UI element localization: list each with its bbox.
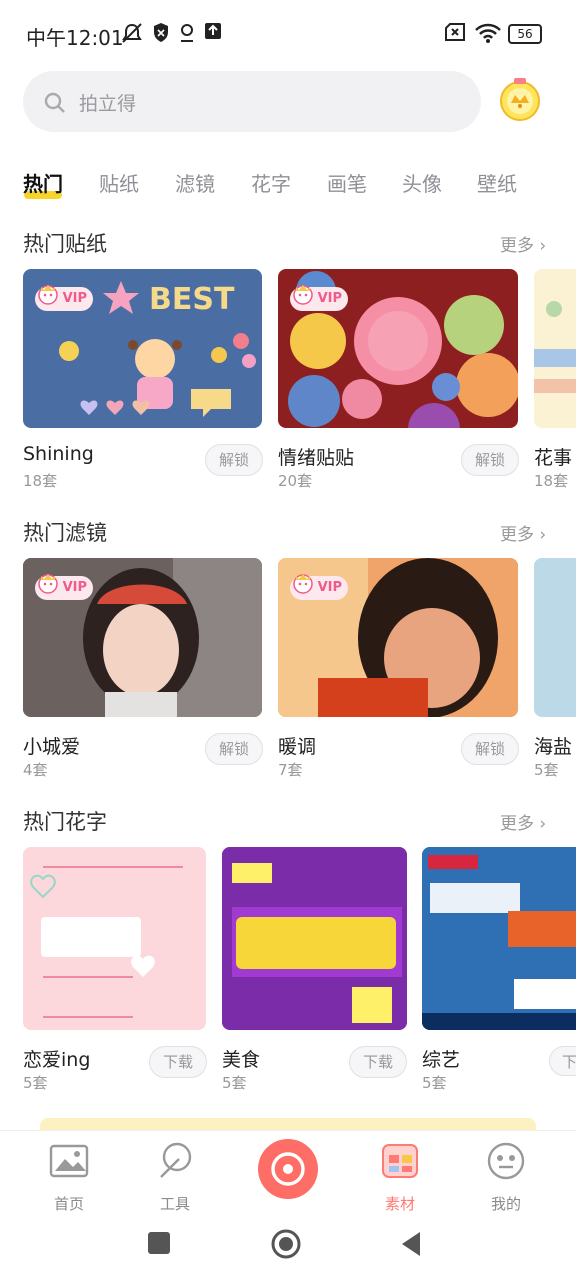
recent-apps-icon[interactable] xyxy=(148,1232,170,1254)
crown-face-icon xyxy=(38,574,58,594)
battery-indicator: 56 xyxy=(508,24,542,44)
more-stickers-link[interactable]: 更多 › xyxy=(500,231,546,256)
sticker-count: 18套 xyxy=(534,472,569,490)
filter-card-small-town[interactable]: VIP xyxy=(23,558,262,717)
category-tabs: 热门 贴纸 滤镜 花字 画笔 头像 壁纸 xyxy=(0,160,576,202)
sticker-count: 18套 xyxy=(23,472,58,490)
shield-icon xyxy=(154,23,168,42)
tab-avatar[interactable]: 头像 xyxy=(402,168,442,197)
svg-text:BEST: BEST xyxy=(149,282,235,317)
no-sim-icon xyxy=(445,23,465,41)
sticker-preview-art xyxy=(534,301,576,393)
sticker-name: 花事 xyxy=(534,447,573,469)
font-card-love[interactable] xyxy=(23,847,206,1030)
search-placeholder: 拍立得 xyxy=(79,93,137,115)
camera-icon xyxy=(271,1152,305,1186)
download-button[interactable]: 下 xyxy=(549,1046,576,1076)
more-label: 更多 xyxy=(500,525,534,545)
font-count: 5套 xyxy=(422,1074,447,1092)
unlock-button[interactable]: 解锁 xyxy=(205,733,263,765)
mute-bell-icon xyxy=(122,23,142,43)
upload-icon xyxy=(205,23,221,39)
vip-badge: VIP xyxy=(35,285,93,311)
status-time: 中午12:01 xyxy=(26,26,124,50)
location-icon xyxy=(181,24,193,42)
wifi-icon xyxy=(475,23,501,43)
tab-stickers[interactable]: 贴纸 xyxy=(99,168,139,197)
crown-face-icon xyxy=(293,285,313,305)
vip-badge: VIP xyxy=(290,574,348,600)
filter-count: 4套 xyxy=(23,761,48,779)
filter-card-warm[interactable]: VIP xyxy=(278,558,518,717)
sticker-name: 情绪贴贴 xyxy=(278,447,355,469)
filter-name: 海盐 xyxy=(534,736,573,758)
font-card-food[interactable] xyxy=(222,847,407,1030)
font-name: 恋爱ing xyxy=(23,1049,91,1071)
more-fonts-link[interactable]: 更多 › xyxy=(500,809,546,834)
vip-label: VIP xyxy=(317,580,342,595)
system-nav-bar xyxy=(0,1210,576,1280)
font-preview-art xyxy=(30,866,183,1018)
unlock-button[interactable]: 解锁 xyxy=(205,444,263,476)
section-title-stickers: 热门贴纸 xyxy=(23,232,107,256)
download-button[interactable]: 下载 xyxy=(149,1046,207,1078)
font-card-variety[interactable] xyxy=(422,847,576,1030)
vip-label: VIP xyxy=(62,291,87,306)
font-name: 美食 xyxy=(222,1049,261,1071)
sticker-card-shining[interactable]: BEST VIP xyxy=(23,269,262,428)
tab-hot[interactable]: 热门 xyxy=(23,168,63,197)
download-button[interactable]: 下载 xyxy=(349,1046,407,1078)
section-title-filters: 热门滤镜 xyxy=(23,521,107,545)
sticker-name: Shining xyxy=(23,443,94,465)
font-count: 5套 xyxy=(23,1074,48,1092)
bottom-nav: 首页 工具 素材 我的 xyxy=(0,1130,576,1213)
unlock-button[interactable]: 解锁 xyxy=(461,444,519,476)
filter-name: 暖调 xyxy=(278,736,317,758)
home-circle-icon[interactable] xyxy=(270,1228,302,1260)
section-title-fonts: 热门花字 xyxy=(23,810,107,834)
sticker-count: 20套 xyxy=(278,472,313,490)
filter-count: 5套 xyxy=(534,761,559,779)
tab-fonts[interactable]: 花字 xyxy=(251,168,291,197)
more-filters-link[interactable]: 更多 › xyxy=(500,520,546,545)
font-preview-art xyxy=(422,847,576,1030)
more-label: 更多 xyxy=(500,814,534,834)
font-count: 5套 xyxy=(222,1074,247,1092)
crown-face-icon xyxy=(293,574,313,594)
font-name: 综艺 xyxy=(422,1049,461,1071)
tools-icon xyxy=(160,1142,192,1178)
sticker-card-mood[interactable]: VIP xyxy=(278,269,518,428)
tab-wallpaper[interactable]: 壁纸 xyxy=(477,168,517,197)
status-bar: 中午12:01 56 xyxy=(0,0,576,66)
vip-badge: VIP xyxy=(290,285,348,311)
more-label: 更多 xyxy=(500,236,534,256)
back-icon[interactable] xyxy=(398,1230,424,1258)
medal-badge-icon[interactable] xyxy=(497,76,543,124)
photo-icon xyxy=(49,1144,89,1178)
unlock-button[interactable]: 解锁 xyxy=(461,733,519,765)
font-preview-art xyxy=(222,847,407,1030)
filter-count: 7套 xyxy=(278,761,303,779)
sticker-card-flower[interactable] xyxy=(534,269,576,428)
camera-button[interactable] xyxy=(258,1139,318,1199)
search-icon xyxy=(44,92,65,113)
vip-label: VIP xyxy=(317,291,342,306)
vip-badge: VIP xyxy=(35,574,93,600)
promo-banner-edge[interactable] xyxy=(40,1118,536,1130)
search-bar[interactable]: 拍立得 xyxy=(23,71,481,132)
tab-brush[interactable]: 画笔 xyxy=(327,168,367,197)
battery-level: 56 xyxy=(517,27,533,41)
materials-icon xyxy=(382,1144,418,1178)
profile-face-icon xyxy=(487,1142,525,1180)
tab-filters[interactable]: 滤镜 xyxy=(175,168,215,197)
crown-face-icon xyxy=(38,285,58,305)
filter-card-sea-salt[interactable] xyxy=(534,558,576,717)
vip-label: VIP xyxy=(62,580,87,595)
filter-name: 小城爱 xyxy=(23,736,81,758)
